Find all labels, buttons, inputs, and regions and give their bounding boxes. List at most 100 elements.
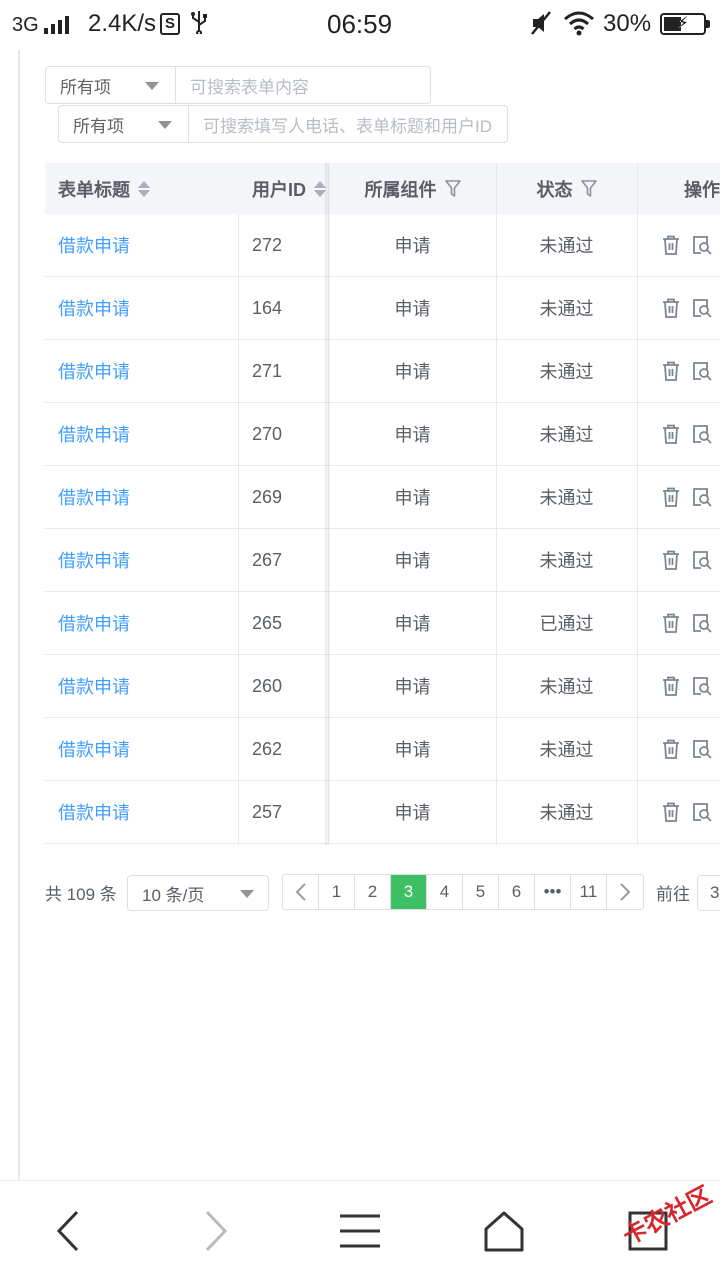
- form-title-link[interactable]: 借款申请: [58, 340, 130, 402]
- form-title-link[interactable]: 借款申请: [58, 781, 130, 843]
- form-content-search-input[interactable]: 可搜索表单内容: [176, 67, 430, 103]
- page-1-button[interactable]: 1: [319, 875, 355, 909]
- filter-select[interactable]: 所有项: [59, 106, 189, 142]
- page-2-button[interactable]: 2: [355, 875, 391, 909]
- view-icon[interactable]: [692, 550, 712, 570]
- form-title: 借款申请: [58, 488, 130, 508]
- view-icon[interactable]: [692, 802, 712, 822]
- page-4-button[interactable]: 4: [427, 875, 463, 909]
- view-icon[interactable]: [692, 613, 712, 633]
- status-cell: 未通过: [539, 740, 594, 760]
- s-notification-icon: S: [160, 13, 180, 35]
- actions-cell: [638, 214, 712, 276]
- form-title-link[interactable]: 借款申请: [58, 655, 130, 717]
- status-cell: 已通过: [539, 614, 594, 634]
- more-pages-button[interactable]: •••: [535, 875, 571, 909]
- forward-button[interactable]: [186, 1203, 246, 1259]
- back-button[interactable]: [38, 1203, 98, 1259]
- form-title-link[interactable]: 借款申请: [58, 718, 130, 780]
- delete-icon[interactable]: [662, 613, 680, 633]
- view-icon[interactable]: [692, 361, 712, 381]
- form-title-link[interactable]: 借款申请: [58, 214, 130, 276]
- delete-icon[interactable]: [662, 235, 680, 255]
- view-icon[interactable]: [692, 676, 712, 696]
- view-icon[interactable]: [692, 298, 712, 318]
- usb-icon: [190, 10, 208, 40]
- form-title: 借款申请: [58, 614, 130, 634]
- form-title-link[interactable]: 借款申请: [58, 403, 130, 465]
- goto-page-value: 3: [710, 883, 720, 902]
- page-11-button[interactable]: 11: [571, 875, 607, 909]
- sort-icon[interactable]: [138, 180, 150, 197]
- column-divider: [238, 214, 239, 845]
- delete-icon[interactable]: [662, 550, 680, 570]
- chevron-right-icon: [620, 883, 631, 901]
- view-icon[interactable]: [692, 235, 712, 255]
- view-icon[interactable]: [692, 424, 712, 444]
- user-id-cell: 260: [252, 675, 283, 696]
- page-size-select[interactable]: 10 条/页: [127, 875, 269, 911]
- delete-icon[interactable]: [662, 424, 680, 444]
- caret-down-icon: [158, 121, 172, 129]
- delete-icon[interactable]: [662, 487, 680, 507]
- next-page-button[interactable]: [607, 875, 643, 909]
- form-title-link[interactable]: 借款申请: [58, 592, 130, 654]
- header-status-label: 状态: [536, 179, 573, 200]
- form-title: 借款申请: [58, 362, 130, 382]
- page-3-button[interactable]: 3: [391, 875, 427, 909]
- chevron-right-icon: [205, 1210, 228, 1252]
- header-title-label: 表单标题: [58, 179, 130, 200]
- delete-icon[interactable]: [662, 676, 680, 696]
- table-row: 借款申请 270 申请 未通过: [45, 403, 720, 466]
- header-title[interactable]: 表单标题: [58, 163, 150, 214]
- component-cell: 申请: [394, 614, 431, 634]
- actions-cell: [638, 277, 712, 339]
- form-title-link[interactable]: 借款申请: [58, 529, 130, 591]
- menu-button[interactable]: [330, 1203, 390, 1259]
- table-row: 借款申请 272 申请 未通过: [45, 214, 720, 277]
- user-id-cell: 269: [252, 486, 283, 507]
- user-search-input[interactable]: 可搜索填写人电话、表单标题和用户ID: [189, 106, 507, 142]
- status-cell: 未通过: [539, 677, 594, 697]
- view-icon[interactable]: [692, 739, 712, 759]
- column-divider: [496, 163, 497, 845]
- page-5-button[interactable]: 5: [463, 875, 499, 909]
- header-user-id[interactable]: 用户ID: [252, 163, 326, 214]
- chevron-left-icon: [56, 1210, 79, 1252]
- page-6-button[interactable]: 6: [499, 875, 535, 909]
- home-button[interactable]: [474, 1203, 534, 1259]
- filter-icon[interactable]: [580, 179, 597, 198]
- table-row: 借款申请 267 申请 未通过: [45, 529, 720, 592]
- form-title: 借款申请: [58, 236, 130, 256]
- status-bar: 3G 2.4K/s S 06:59 30% ⚡: [0, 0, 720, 50]
- delete-icon[interactable]: [662, 739, 680, 759]
- filter-select[interactable]: 所有项: [46, 67, 176, 103]
- filter-select-value: 所有项: [73, 116, 124, 136]
- table-row: 借款申请 269 申请 未通过: [45, 466, 720, 529]
- header-component: 所属组件: [329, 163, 496, 214]
- goto-page-input[interactable]: 3: [697, 875, 720, 911]
- actions-cell: [638, 340, 712, 402]
- battery-percent: 30%: [603, 10, 652, 37]
- total-count: 共 109 条: [45, 885, 117, 904]
- status-cell: 未通过: [539, 803, 594, 823]
- prev-page-button[interactable]: [283, 875, 319, 909]
- delete-icon[interactable]: [662, 361, 680, 381]
- battery-icon: ⚡: [660, 13, 710, 35]
- search-placeholder: 可搜索填写人电话、表单标题和用户ID: [203, 116, 492, 136]
- delete-icon[interactable]: [662, 298, 680, 318]
- status-cell: 未通过: [539, 299, 594, 319]
- form-title-link[interactable]: 借款申请: [58, 466, 130, 528]
- user-id-cell: 271: [252, 360, 283, 381]
- form-title: 借款申请: [58, 740, 130, 760]
- page-size-value: 10 条/页: [142, 885, 205, 905]
- header-user-id-label: 用户ID: [252, 179, 306, 200]
- filter-icon[interactable]: [444, 179, 461, 198]
- user-filter: 所有项 可搜索填写人电话、表单标题和用户ID: [58, 105, 508, 143]
- form-title-link[interactable]: 借款申请: [58, 277, 130, 339]
- delete-icon[interactable]: [662, 802, 680, 822]
- component-cell: 申请: [394, 677, 431, 697]
- view-icon[interactable]: [692, 487, 712, 507]
- forms-table: 表单标题 用户ID 所属组件 状态 操作 借款申请 272 申请 未通过 借款申请 164…: [45, 163, 720, 845]
- actions-cell: [638, 592, 712, 654]
